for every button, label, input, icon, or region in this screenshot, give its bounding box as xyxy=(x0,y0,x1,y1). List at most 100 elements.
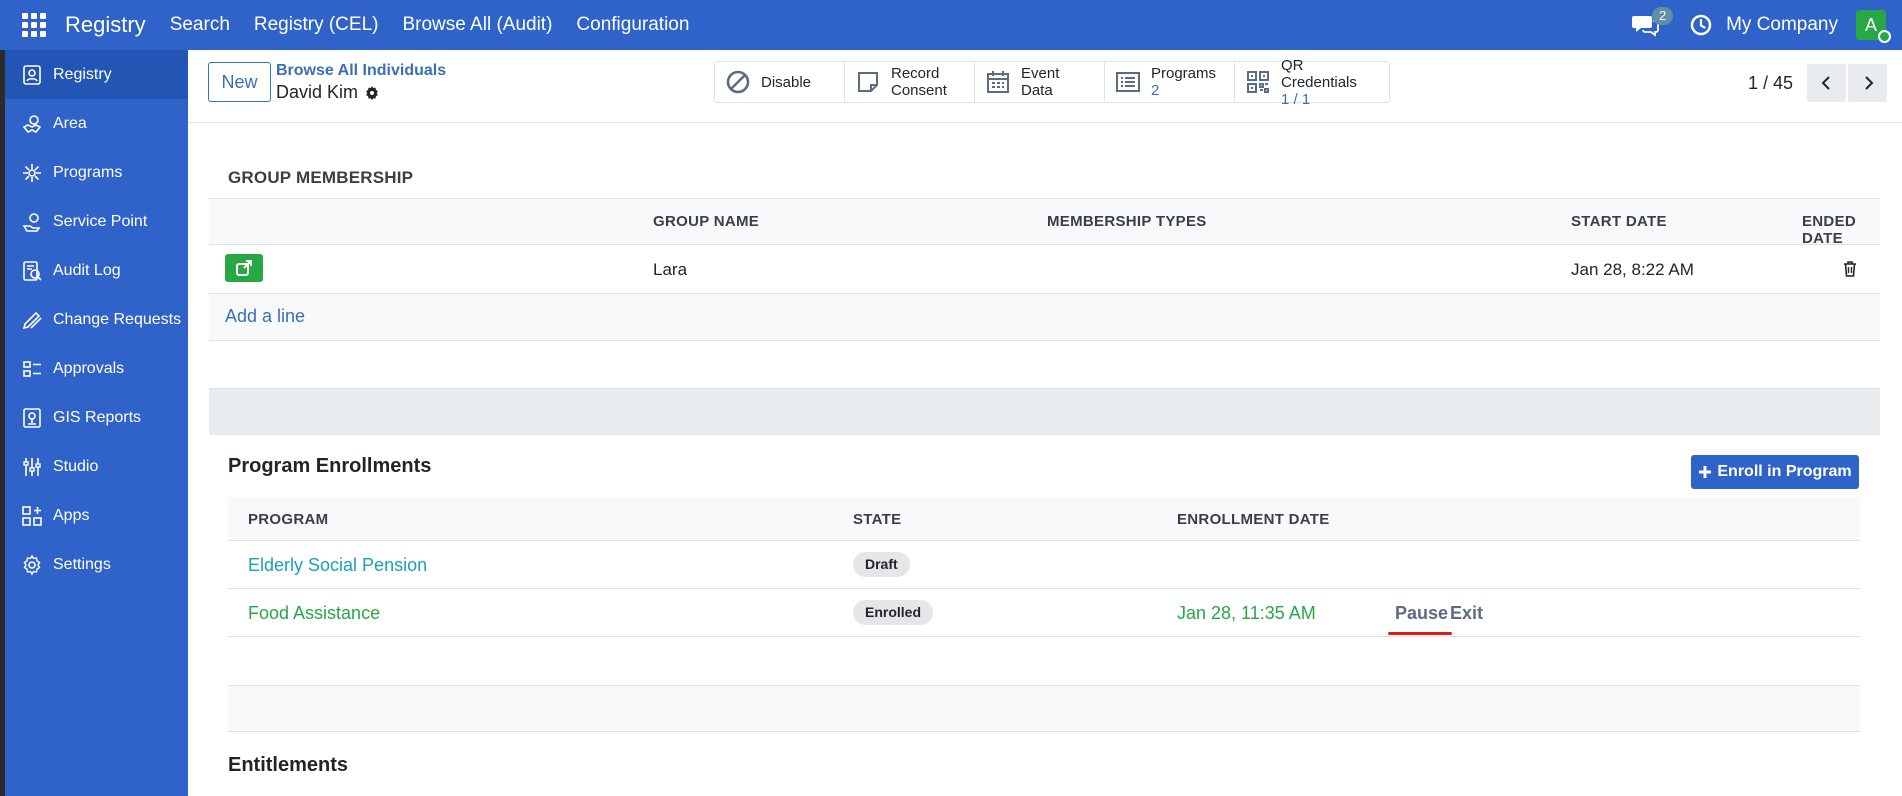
stat-button-bar: Disable Record Consent Event Data Progra… xyxy=(714,57,1390,108)
qr-credentials-text: QR Credentials 1 / 1 xyxy=(1281,57,1379,108)
column-header-state[interactable]: STATE xyxy=(853,511,901,528)
top-navbar: Registry Search Registry (CEL) Browse Al… xyxy=(0,0,1902,50)
settings-icon xyxy=(23,554,41,575)
programs-stat-button[interactable]: Programs 2 xyxy=(1105,62,1235,102)
event-data-line2: Data xyxy=(1021,82,1053,99)
chat-count-badge: 2 xyxy=(1652,7,1674,25)
exit-button[interactable]: Exit xyxy=(1450,603,1483,624)
gear-icon[interactable] xyxy=(364,85,380,101)
sidebar-item-change-requests[interactable]: Change Requests xyxy=(5,295,188,344)
enroll-in-program-label: Enroll in Program xyxy=(1717,463,1852,480)
menu-registry-cel[interactable]: Registry (CEL) xyxy=(254,14,379,36)
trash-icon[interactable] xyxy=(1842,260,1858,278)
form-sheet: GROUP MEMBERSHIP GROUP NAME MEMBERSHIP T… xyxy=(188,124,1902,796)
audit-log-icon xyxy=(23,260,42,281)
column-header-group-name[interactable]: GROUP NAME xyxy=(653,213,759,230)
company-switcher[interactable]: My Company xyxy=(1726,14,1838,36)
studio-icon xyxy=(23,457,41,476)
sidebar-item-label: Audit Log xyxy=(53,261,121,279)
approvals-icon xyxy=(23,360,41,377)
sidebar-item-label: Studio xyxy=(53,457,99,475)
user-avatar[interactable]: A xyxy=(1856,10,1891,43)
sidebar-item-label: Service Point xyxy=(53,212,148,230)
breadcrumb[interactable]: Browse All Individuals xyxy=(276,62,446,80)
pager-value[interactable]: 1 / 45 xyxy=(1748,73,1793,94)
pause-button[interactable]: Pause xyxy=(1395,603,1448,624)
gis-reports-icon xyxy=(23,407,41,428)
start-date-cell: Jan 28, 8:22 AM xyxy=(1571,260,1694,279)
menu-search[interactable]: Search xyxy=(170,14,230,36)
registry-icon xyxy=(23,64,41,85)
menu-configuration[interactable]: Configuration xyxy=(576,14,689,36)
avatar-letter: A xyxy=(1864,15,1877,35)
empty-row xyxy=(228,686,1860,732)
add-a-line-link[interactable]: Add a line xyxy=(225,306,305,327)
sidebar-item-label: Programs xyxy=(53,163,123,181)
column-header-enrollment-date[interactable]: ENROLLMENT DATE xyxy=(1177,511,1330,528)
sidebar-item-settings[interactable]: Settings xyxy=(5,540,188,589)
enroll-in-program-button[interactable]: Enroll in Program xyxy=(1691,455,1859,489)
group-membership-title: GROUP MEMBERSHIP xyxy=(228,168,414,187)
event-data-text: Event Data xyxy=(1021,65,1059,99)
sidebar-item-programs[interactable]: Programs xyxy=(5,148,188,197)
programs-stat-count: 2 xyxy=(1151,82,1160,99)
group-membership-header: GROUP NAME MEMBERSHIP TYPES START DATE E… xyxy=(209,198,1880,247)
pager-next-button[interactable] xyxy=(1848,64,1887,102)
new-button[interactable]: New xyxy=(208,62,271,102)
event-data-button[interactable]: Event Data xyxy=(975,62,1105,102)
chevron-right-icon xyxy=(1864,76,1873,90)
column-header-ended-date[interactable]: ENDED DATE xyxy=(1802,213,1880,247)
menu-browse-all-audit[interactable]: Browse All (Audit) xyxy=(402,14,552,36)
sidebar-item-label: Settings xyxy=(53,555,111,573)
sidebar-item-service-point[interactable]: Service Point xyxy=(5,197,188,246)
sidebar-item-studio[interactable]: Studio xyxy=(5,442,188,491)
table-row[interactable]: Lara Jan 28, 8:22 AM xyxy=(209,245,1880,294)
chevron-left-icon xyxy=(1821,76,1830,90)
sidebar-item-label: Change Requests xyxy=(53,310,182,328)
record-consent-line2: Consent xyxy=(891,82,947,99)
programs-stat-label: Programs xyxy=(1151,65,1217,82)
qr-credentials-count: 1 / 1 xyxy=(1281,90,1311,108)
disable-label: Disable xyxy=(761,73,812,91)
record-title: David Kim xyxy=(276,82,380,103)
sidebar-item-audit-log[interactable]: Audit Log xyxy=(5,246,188,295)
sidebar-item-label: Apps xyxy=(53,506,90,524)
add-line-row: Add a line xyxy=(209,294,1880,341)
table-row[interactable]: Elderly Social Pension Draft xyxy=(228,541,1860,589)
sidebar-item-gis-reports[interactable]: GIS Reports xyxy=(5,393,188,442)
program-enrollments-header: PROGRAM STATE ENROLLMENT DATE xyxy=(228,497,1860,541)
empty-row xyxy=(228,638,1860,686)
sidebar-item-approvals[interactable]: Approvals xyxy=(5,344,188,393)
record-consent-text: Record Consent xyxy=(891,65,947,99)
column-header-program[interactable]: PROGRAM xyxy=(248,511,328,528)
record-consent-line1: Record xyxy=(891,65,940,82)
sidebar-item-apps[interactable]: Apps xyxy=(5,491,188,540)
entitlements-title: Entitlements xyxy=(228,754,349,776)
clock-icon[interactable] xyxy=(1690,14,1712,36)
sidebar-item-registry[interactable]: Registry xyxy=(5,50,188,99)
open-record-button[interactable] xyxy=(225,254,263,282)
app-brand[interactable]: Registry xyxy=(65,12,146,38)
section-separator xyxy=(209,389,1880,435)
pager-previous-button[interactable] xyxy=(1807,64,1846,102)
column-header-start-date[interactable]: START DATE xyxy=(1571,213,1667,230)
record-consent-button[interactable]: Record Consent xyxy=(845,62,975,102)
qr-credentials-button[interactable]: QR Credentials 1 / 1 xyxy=(1235,57,1389,108)
app-grid-icon[interactable] xyxy=(22,13,46,37)
record-name: David Kim xyxy=(276,82,359,102)
disable-button[interactable]: Disable xyxy=(715,62,845,102)
column-header-membership-types[interactable]: MEMBERSHIP TYPES xyxy=(1047,213,1207,230)
top-menu: Search Registry (CEL) Browse All (Audit)… xyxy=(170,14,714,36)
status-badge: Draft xyxy=(853,552,910,577)
sidebar-item-area[interactable]: Area xyxy=(5,99,188,148)
table-row[interactable]: Food Assistance Enrolled Jan 28, 11:35 A… xyxy=(228,589,1860,637)
apps-icon xyxy=(22,505,42,526)
program-link-elderly-social-pension[interactable]: Elderly Social Pension xyxy=(248,555,427,576)
note-icon xyxy=(858,72,878,92)
online-status-icon xyxy=(1878,30,1891,43)
programs-icon xyxy=(23,163,41,182)
program-link-food-assistance[interactable]: Food Assistance xyxy=(248,603,380,624)
sidebar-item-label: Area xyxy=(53,114,87,132)
chat-icon[interactable]: 2 xyxy=(1632,7,1674,37)
service-point-icon xyxy=(22,212,41,232)
